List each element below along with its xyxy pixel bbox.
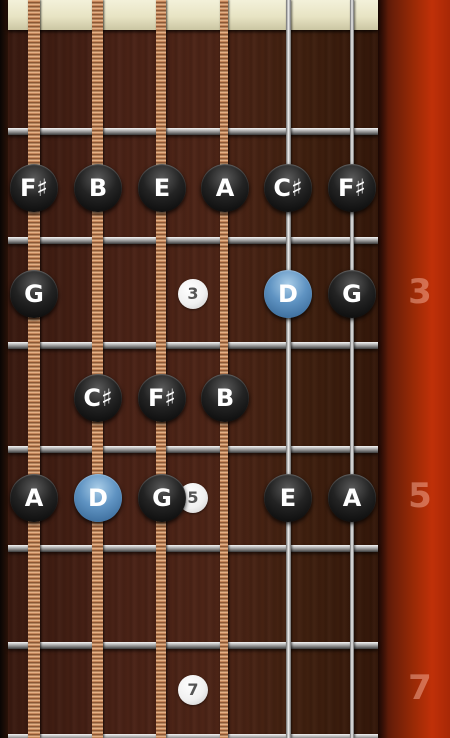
fret-marker-3: 3 [178, 279, 208, 309]
note-fret5-string2[interactable]: E [264, 474, 312, 522]
fret-number-5: 5 [408, 476, 432, 516]
fret-6 [8, 642, 378, 649]
fretboard [8, 0, 378, 738]
note-fret5-string4[interactable]: G [138, 474, 186, 522]
fret-2 [8, 237, 378, 244]
string-1[interactable] [350, 0, 354, 738]
string-4[interactable] [156, 0, 166, 738]
guitar-body [378, 0, 450, 738]
note-fret2-string6[interactable]: F♯ [10, 164, 58, 212]
fret-5 [8, 545, 378, 552]
note-fret2-string1[interactable]: F♯ [328, 164, 376, 212]
root-note-fret3-string2[interactable]: D [264, 270, 312, 318]
note-fret4-string4[interactable]: F♯ [138, 374, 186, 422]
note-fret3-string1[interactable]: G [328, 270, 376, 318]
fret-3 [8, 342, 378, 349]
note-fret5-string6[interactable]: A [10, 474, 58, 522]
fret-1 [8, 128, 378, 135]
string-6[interactable] [28, 0, 40, 738]
nut [8, 0, 378, 30]
note-fret5-string1[interactable]: A [328, 474, 376, 522]
note-fret3-string6[interactable]: G [10, 270, 58, 318]
note-fret4-string3[interactable]: B [201, 374, 249, 422]
fret-marker-7: 7 [178, 675, 208, 705]
root-note-fret5-string5[interactable]: D [74, 474, 122, 522]
fret-4 [8, 446, 378, 453]
fretboard-left-edge [0, 0, 8, 738]
note-fret4-string5[interactable]: C♯ [74, 374, 122, 422]
string-3[interactable] [220, 0, 228, 738]
fret-number-3: 3 [408, 272, 432, 312]
fret-7 [8, 734, 378, 738]
string-2[interactable] [286, 0, 291, 738]
fret-number-7: 7 [408, 668, 432, 708]
fretboard-app: 3 5 7 F♯ B E A C♯ F♯ G D G C♯ F♯ B A D G… [0, 0, 450, 738]
note-fret2-string5[interactable]: B [74, 164, 122, 212]
note-fret2-string2[interactable]: C♯ [264, 164, 312, 212]
note-fret2-string4[interactable]: E [138, 164, 186, 212]
note-fret2-string3[interactable]: A [201, 164, 249, 212]
string-5[interactable] [92, 0, 103, 738]
